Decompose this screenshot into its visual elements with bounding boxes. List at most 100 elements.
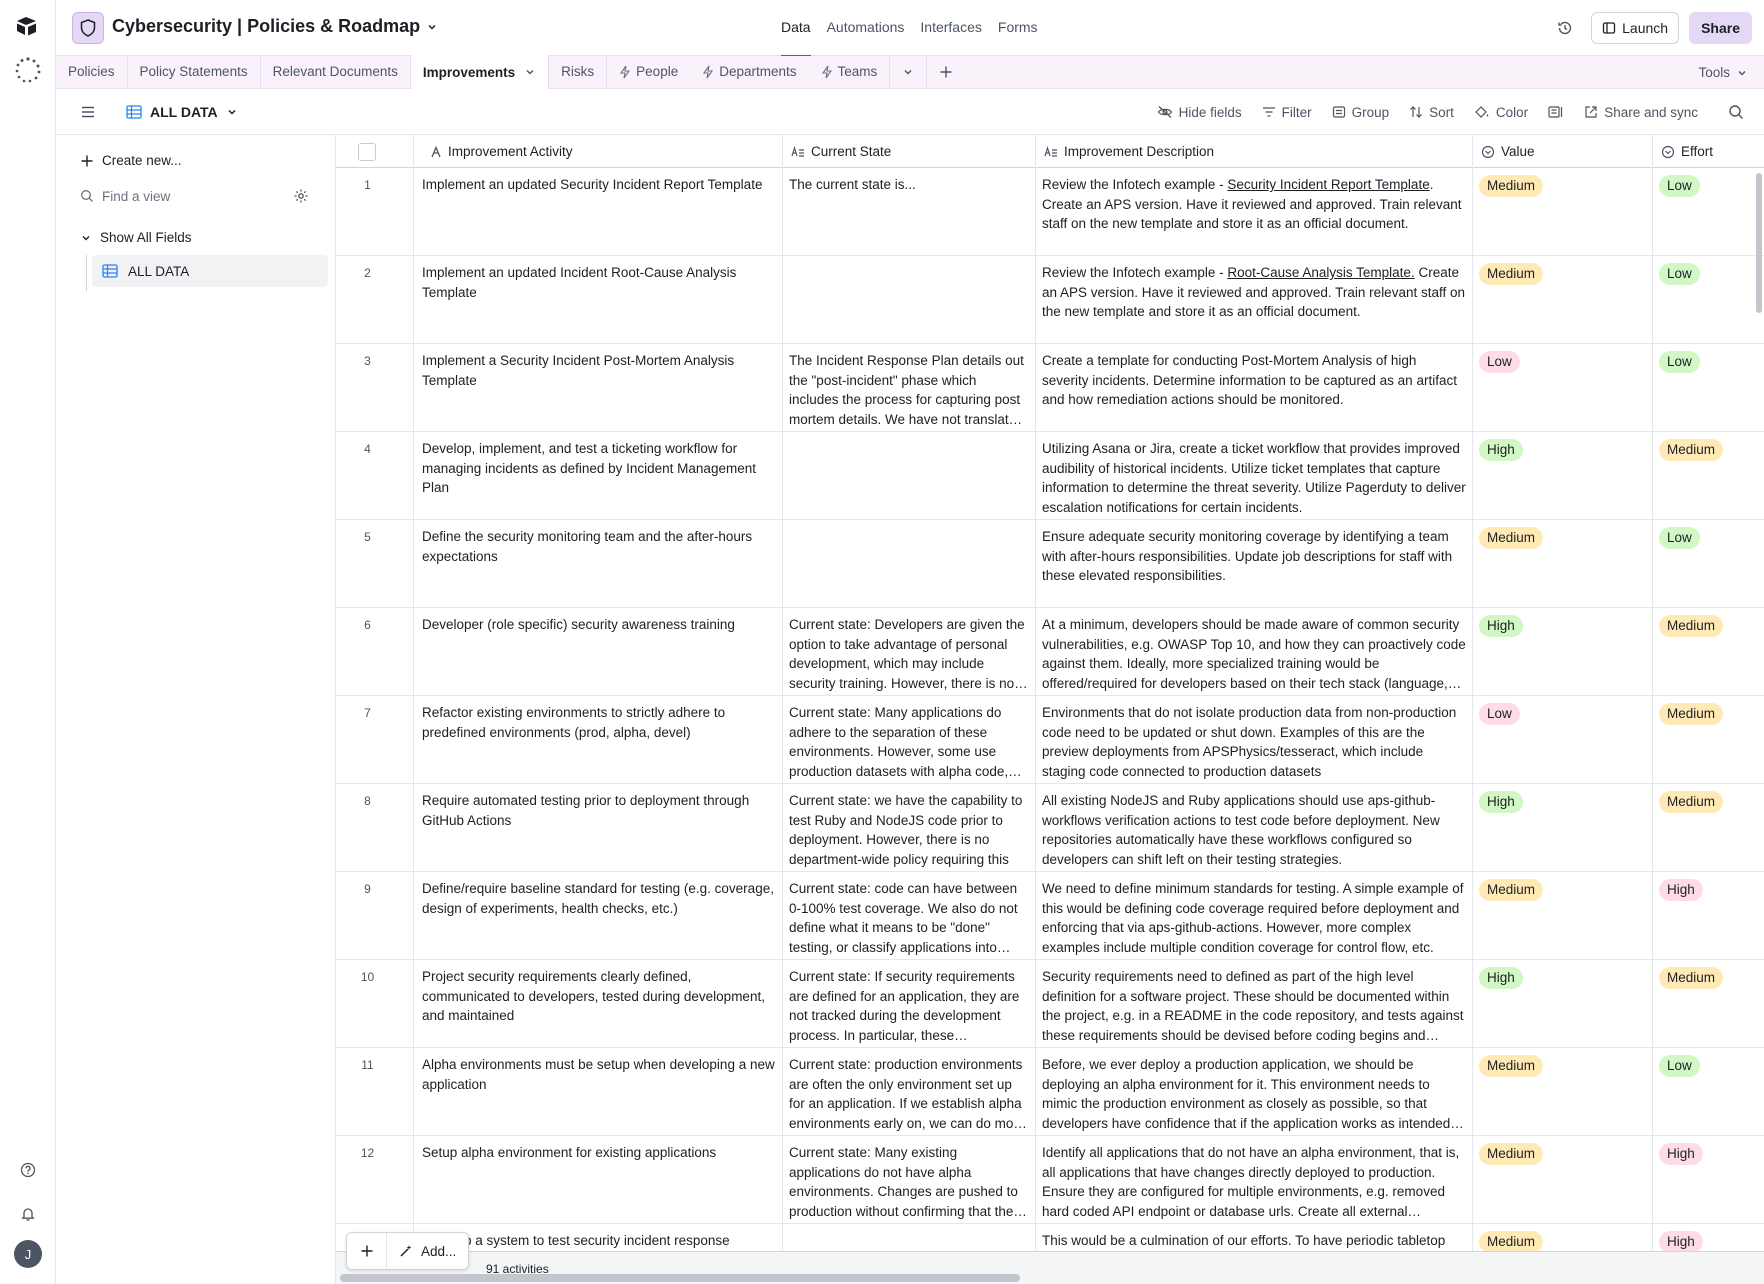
cell-value[interactable]: Low bbox=[1473, 696, 1653, 784]
cell-improvement-description[interactable]: Before, we ever deploy a production appl… bbox=[1036, 1048, 1473, 1136]
user-avatar[interactable]: J bbox=[14, 1240, 42, 1268]
cell-effort[interactable]: Medium bbox=[1653, 696, 1764, 784]
cell-value[interactable]: Medium bbox=[1473, 256, 1653, 344]
cell-effort[interactable]: Low bbox=[1653, 256, 1764, 344]
cell-current-state[interactable]: Current state: If security requirements … bbox=[783, 960, 1036, 1048]
table-row[interactable]: 11 Alpha environments must be setup when … bbox=[336, 1048, 1764, 1136]
shield-icon[interactable] bbox=[72, 12, 104, 44]
table-row[interactable]: 10 Project security requirements clearly … bbox=[336, 960, 1764, 1048]
table-tab-policies[interactable]: Policies bbox=[56, 55, 128, 88]
cell-improvement-activity[interactable]: Implement an updated Incident Root-Cause… bbox=[414, 256, 783, 344]
cell-improvement-description[interactable]: Environments that do not isolate product… bbox=[1036, 696, 1473, 784]
nav-tab-data[interactable]: Data bbox=[781, 0, 811, 57]
cell-value[interactable]: Medium bbox=[1473, 520, 1653, 608]
nav-tab-interfaces[interactable]: Interfaces bbox=[920, 0, 981, 56]
cell-effort[interactable]: Low bbox=[1653, 1048, 1764, 1136]
cell-current-state[interactable]: Current state: Developers are given the … bbox=[783, 608, 1036, 696]
cell-value[interactable]: High bbox=[1473, 432, 1653, 520]
group-button[interactable]: Group bbox=[1332, 105, 1389, 120]
table-tab-relevant-documents[interactable]: Relevant Documents bbox=[261, 55, 410, 88]
sort-button[interactable]: Sort bbox=[1409, 105, 1454, 120]
cell-value[interactable]: Low bbox=[1473, 344, 1653, 432]
table-row[interactable]: 3 Implement a Security Incident Post-Mort… bbox=[336, 344, 1764, 432]
table-tab-people[interactable]: People bbox=[607, 55, 690, 88]
notifications-bell-icon[interactable] bbox=[0, 1206, 56, 1222]
table-row[interactable]: 9 Define/require baseline standard for te… bbox=[336, 872, 1764, 960]
chevron-down-icon[interactable] bbox=[524, 66, 536, 78]
cell-improvement-activity[interactable]: Define the security monitoring team and … bbox=[414, 520, 783, 608]
table-row[interactable]: 7 Refactor existing environments to stric… bbox=[336, 696, 1764, 784]
hamburger-menu-icon[interactable] bbox=[80, 105, 96, 119]
horizontal-scrollbar[interactable] bbox=[340, 1274, 1020, 1282]
cell-improvement-description[interactable]: Identify all applications that do not ha… bbox=[1036, 1136, 1473, 1224]
description-link[interactable]: Root-Cause Analysis Template. bbox=[1227, 265, 1414, 280]
column-header-activity[interactable]: Improvement Activity bbox=[336, 135, 783, 168]
cell-improvement-description[interactable]: Ensure adequate security monitoring cove… bbox=[1036, 520, 1473, 608]
cell-value[interactable]: High bbox=[1473, 960, 1653, 1048]
cell-improvement-activity[interactable]: Require automated testing prior to deplo… bbox=[414, 784, 783, 872]
find-view-input[interactable]: Find a view bbox=[80, 188, 323, 204]
cell-improvement-activity[interactable]: Define/require baseline standard for tes… bbox=[414, 872, 783, 960]
row-height-button[interactable] bbox=[1548, 105, 1564, 119]
cell-improvement-activity[interactable]: Alpha environments must be setup when de… bbox=[414, 1048, 783, 1136]
cell-current-state[interactable]: Current state: Many existing application… bbox=[783, 1136, 1036, 1224]
add-with-ai-button[interactable]: Add... bbox=[387, 1244, 468, 1259]
column-header-description[interactable]: Improvement Description bbox=[1036, 135, 1473, 168]
cell-improvement-description[interactable]: All existing NodeJS and Ruby application… bbox=[1036, 784, 1473, 872]
cell-improvement-activity[interactable]: Refactor existing environments to strict… bbox=[414, 696, 783, 784]
column-header-effort[interactable]: Effort bbox=[1653, 135, 1764, 168]
sidebar-view-all-data[interactable]: ALL DATA bbox=[92, 255, 328, 287]
table-tab-policy-statements[interactable]: Policy Statements bbox=[128, 55, 261, 88]
cell-improvement-description[interactable]: Security requirements need to defined as… bbox=[1036, 960, 1473, 1048]
table-tab-teams[interactable]: Teams bbox=[809, 55, 891, 88]
cell-improvement-description[interactable]: Review the Infotech example - Root-Cause… bbox=[1036, 256, 1473, 344]
more-tables-button[interactable] bbox=[890, 55, 928, 88]
cell-improvement-description[interactable]: Create a template for conducting Post-Mo… bbox=[1036, 344, 1473, 432]
cell-value[interactable]: Medium bbox=[1473, 168, 1653, 256]
cell-effort[interactable]: Medium bbox=[1653, 608, 1764, 696]
cell-improvement-description[interactable]: We need to define minimum standards for … bbox=[1036, 872, 1473, 960]
cell-value[interactable]: Medium bbox=[1473, 872, 1653, 960]
add-table-button[interactable] bbox=[927, 55, 965, 88]
tools-menu[interactable]: Tools bbox=[1698, 56, 1748, 89]
cell-current-state[interactable]: Current state: production environments a… bbox=[783, 1048, 1036, 1136]
share-and-sync-button[interactable]: Share and sync bbox=[1584, 105, 1698, 120]
cell-improvement-description[interactable]: Review the Infotech example - Security I… bbox=[1036, 168, 1473, 256]
cell-effort[interactable]: High bbox=[1653, 1136, 1764, 1224]
view-switcher[interactable]: ALL DATA bbox=[126, 104, 238, 120]
cell-effort[interactable]: Medium bbox=[1653, 960, 1764, 1048]
table-row[interactable]: 4 Develop, implement, and test a ticketin… bbox=[336, 432, 1764, 520]
cell-improvement-activity[interactable]: Project security requirements clearly de… bbox=[414, 960, 783, 1048]
history-icon[interactable] bbox=[1557, 20, 1573, 36]
cell-current-state[interactable]: The Incident Response Plan details out t… bbox=[783, 344, 1036, 432]
table-tab-risks[interactable]: Risks bbox=[549, 55, 608, 88]
cell-effort[interactable]: Low bbox=[1653, 520, 1764, 608]
cell-current-state[interactable]: Current state: code can have between 0-1… bbox=[783, 872, 1036, 960]
table-row[interactable]: 2 Implement an updated Incident Root-Caus… bbox=[336, 256, 1764, 344]
cell-improvement-activity[interactable]: Setup alpha environment for existing app… bbox=[414, 1136, 783, 1224]
cell-effort[interactable]: Medium bbox=[1653, 784, 1764, 872]
cell-value[interactable]: High bbox=[1473, 784, 1653, 872]
show-all-fields-section[interactable]: Show All Fields bbox=[80, 230, 323, 245]
table-row[interactable]: 12 Setup alpha environment for existing a… bbox=[336, 1136, 1764, 1224]
cell-value[interactable]: High bbox=[1473, 608, 1653, 696]
cell-effort[interactable]: Medium bbox=[1653, 432, 1764, 520]
add-record-button[interactable] bbox=[347, 1233, 387, 1269]
cell-improvement-activity[interactable]: Implement a Security Incident Post-Morte… bbox=[414, 344, 783, 432]
base-title-dropdown[interactable]: Cybersecurity | Policies & Roadmap bbox=[112, 16, 438, 37]
cell-improvement-activity[interactable]: Develop, implement, and test a ticketing… bbox=[414, 432, 783, 520]
cell-improvement-description[interactable]: Utilizing Asana or Jira, create a ticket… bbox=[1036, 432, 1473, 520]
airtable-logo-icon[interactable] bbox=[16, 16, 40, 40]
help-icon[interactable] bbox=[0, 1162, 56, 1178]
cell-effort[interactable]: Low bbox=[1653, 344, 1764, 432]
launch-button[interactable]: Launch bbox=[1591, 12, 1680, 44]
share-button[interactable]: Share bbox=[1689, 12, 1752, 44]
table-row[interactable]: 6 Developer (role specific) security awar… bbox=[336, 608, 1764, 696]
cell-effort[interactable]: High bbox=[1653, 872, 1764, 960]
cell-current-state[interactable]: Current state: Many applications do adhe… bbox=[783, 696, 1036, 784]
cell-current-state[interactable] bbox=[783, 432, 1036, 520]
cell-effort[interactable]: Low bbox=[1653, 168, 1764, 256]
table-tab-improvements[interactable]: Improvements bbox=[409, 55, 550, 89]
cell-current-state[interactable] bbox=[783, 256, 1036, 344]
create-new-view-button[interactable]: Create new... bbox=[80, 153, 323, 168]
